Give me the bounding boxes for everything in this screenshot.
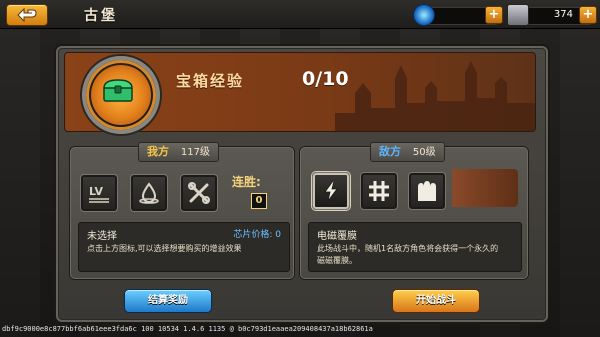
- buff-slot-repair[interactable]: [180, 174, 218, 212]
- my-buff-title: 未选择: [87, 231, 117, 242]
- enemy-buff-lightning[interactable]: [312, 172, 350, 210]
- end-reward-button[interactable]: 结算奖励: [124, 289, 212, 313]
- my-buff-description: 未选择 芯片价格: 0 点击上方图标,可以选择想要购买的增益效果: [78, 222, 290, 272]
- enemy-side-label: 敌方: [379, 145, 401, 158]
- chip-icon: [507, 4, 529, 26]
- enemy-buff-text-line1: 此场战斗中，随机1名敌方角色将会获得一个永久的: [317, 244, 499, 253]
- back-button[interactable]: [6, 4, 48, 26]
- chest-exp-label: 宝箱经验: [176, 72, 245, 90]
- fortress-icon: [418, 181, 436, 201]
- treasure-chest-icon: [103, 79, 133, 102]
- page-title: 古堡: [84, 8, 118, 24]
- win-streak-label: 连胜:: [232, 175, 261, 189]
- enemy-buff-description: 电磁覆膜 此场战斗中，随机1名敌方角色将会获得一个永久的 磁磁覆膜。: [308, 222, 522, 272]
- win-streak-value: 0: [251, 193, 267, 209]
- level-up-icon: LV: [89, 185, 109, 203]
- enemy-buff-text-line2: 磁磁覆膜。: [317, 256, 357, 265]
- enemy-buff-grid[interactable]: [360, 172, 398, 210]
- enemy-side-header: 敌方 50级: [370, 142, 445, 162]
- enemy-side-level: 50级: [412, 147, 436, 158]
- chip-price: 芯片价格: 0: [233, 230, 281, 240]
- enemy-buff-fortress[interactable]: [408, 172, 446, 210]
- gems-counter: +: [413, 4, 503, 26]
- back-arrow-icon: [17, 8, 37, 22]
- enemy-buff-title: 电磁覆膜: [317, 231, 357, 242]
- start-battle-button[interactable]: 开始战斗: [392, 289, 480, 313]
- buff-slot-level[interactable]: LV: [80, 174, 118, 212]
- my-side-label: 我方: [147, 145, 169, 158]
- chest-badge: [82, 56, 160, 134]
- my-buff-text: 点击上方图标,可以选择想要购买的增益效果: [87, 244, 242, 253]
- svg-text:LV: LV: [89, 185, 103, 198]
- add-gems-button[interactable]: +: [485, 6, 503, 24]
- buff-slot-shield[interactable]: [130, 174, 168, 212]
- top-bar: 古堡 + 374 +: [0, 0, 600, 29]
- enemy-buff-text: 此场战斗中，随机1名敌方角色将会获得一个永久的 磁磁覆膜。: [317, 243, 498, 267]
- currency-counter: 374 +: [507, 4, 597, 26]
- my-side-level: 117级: [180, 147, 210, 158]
- water-drop-icon: [139, 182, 159, 204]
- castle-silhouette: [335, 61, 535, 131]
- hashtag-icon: [369, 181, 389, 201]
- gem-icon: [413, 4, 435, 26]
- enemy-side-accent: [452, 169, 518, 207]
- currency-value: 374: [553, 9, 573, 20]
- chest-exp-progress: 0/10: [302, 68, 349, 90]
- debug-build-info: dbf9c9000e8c877bbf6ab61eee3fda6c 100 105…: [2, 325, 373, 333]
- add-currency-button[interactable]: +: [579, 6, 597, 24]
- tools-icon: [188, 182, 210, 204]
- lightning-icon: [324, 180, 338, 202]
- my-side-header: 我方 117级: [138, 142, 219, 162]
